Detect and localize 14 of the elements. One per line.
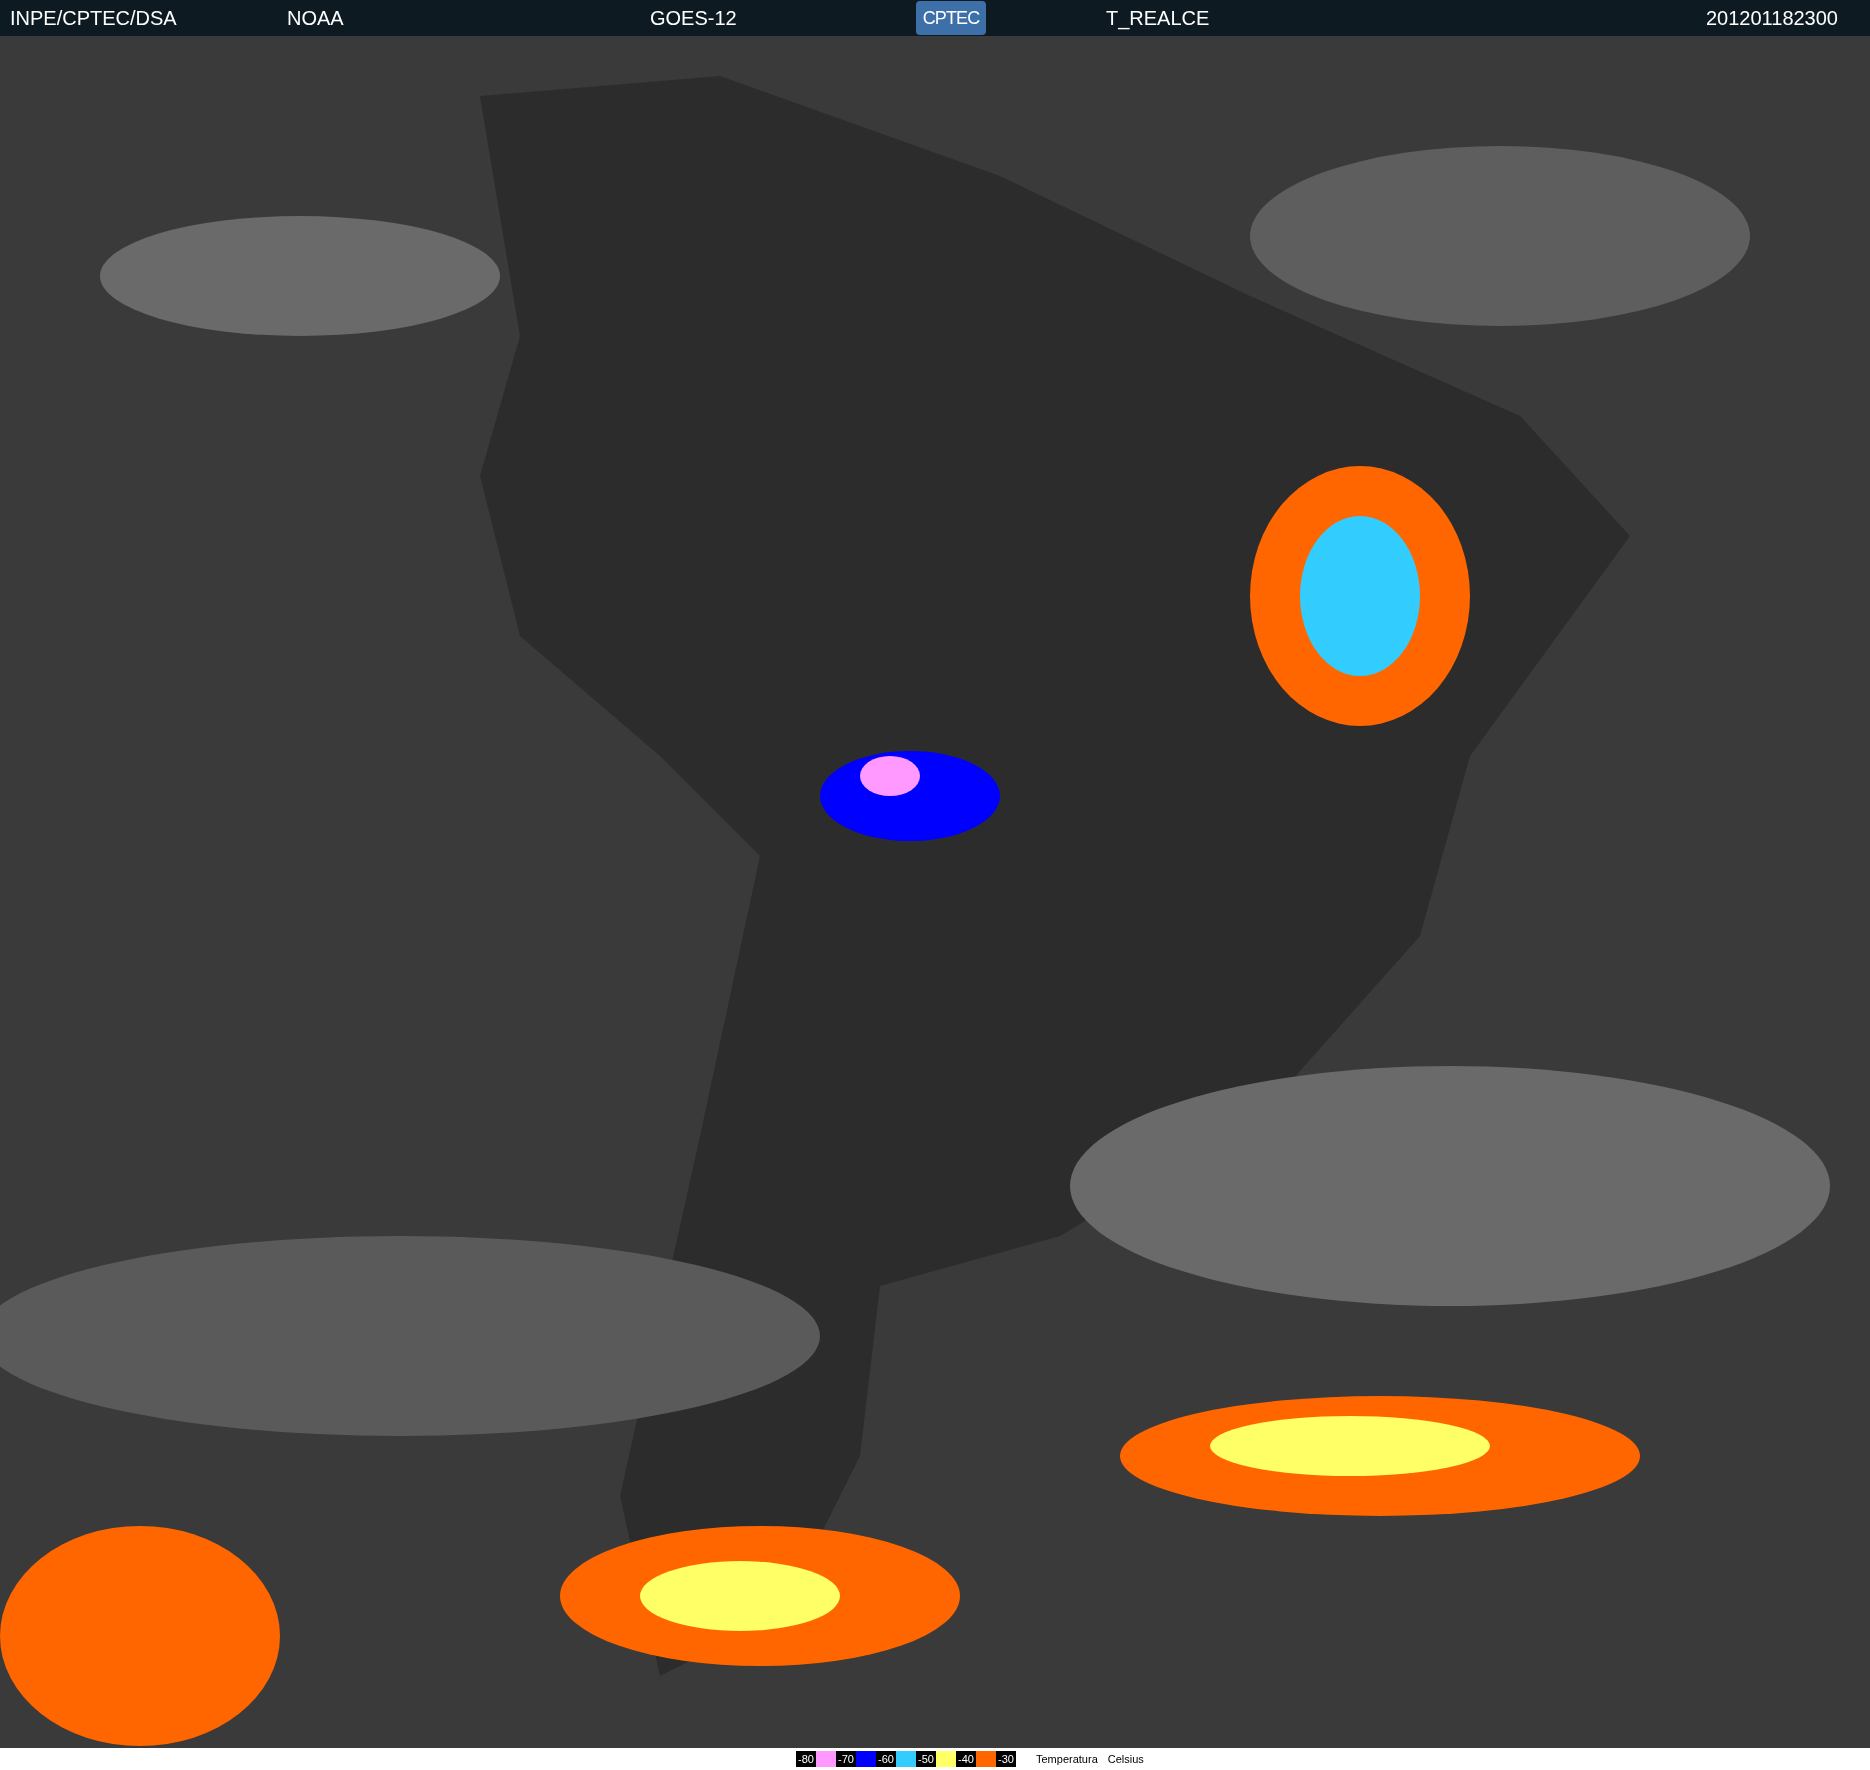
logo: CPTEC: [916, 1, 986, 35]
legend-value: -60: [876, 1751, 896, 1767]
legend-value: -40: [956, 1751, 976, 1767]
legend-value: -80: [796, 1751, 816, 1767]
satellite-label: GOES-12: [650, 8, 738, 28]
legend-value: -70: [836, 1751, 856, 1767]
agency-label: INPE/CPTEC/DSA: [10, 8, 178, 28]
legend-value: -50: [916, 1751, 936, 1767]
source-label: NOAA: [287, 8, 345, 28]
legend-value: -30: [996, 1751, 1016, 1767]
product-label: T_REALCE: [1106, 8, 1210, 28]
legend-caption: Temperatura: [1036, 1753, 1098, 1765]
timestamp-label: 201201182300: [1706, 8, 1838, 28]
legend-caption: Celsius: [1107, 1753, 1144, 1765]
